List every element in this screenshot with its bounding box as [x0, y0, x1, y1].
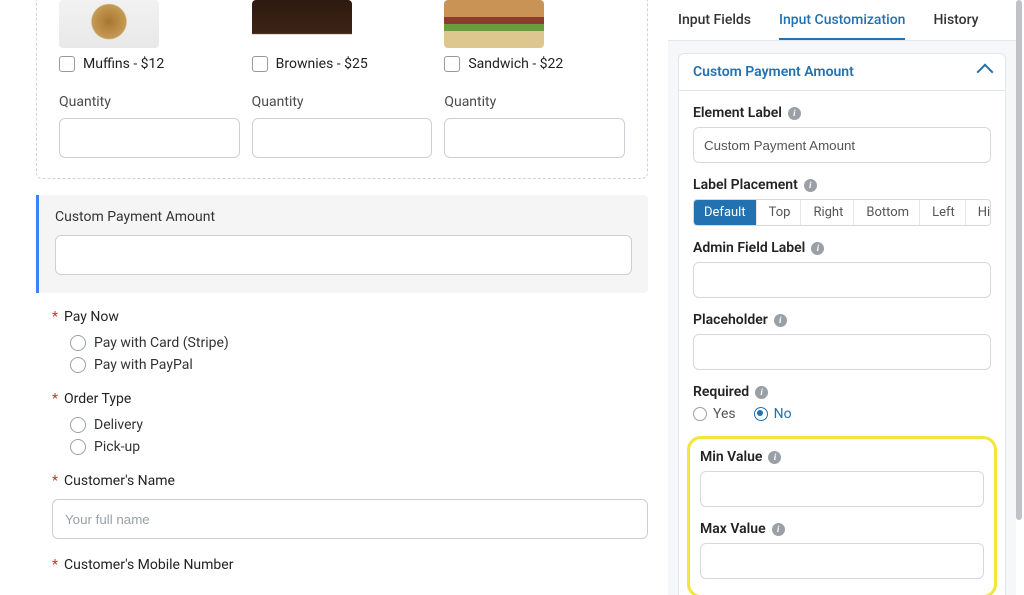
- products-container: Muffins - $12 Quantity Brownies - $25 Qu…: [36, 0, 648, 179]
- seg-right[interactable]: Right: [803, 200, 854, 225]
- quantity-input[interactable]: [444, 118, 625, 158]
- seg-top[interactable]: Top: [759, 200, 802, 225]
- accordion-custom-payment[interactable]: Custom Payment Amount: [678, 53, 1006, 91]
- tabs-row: Input Fields Input Customization History: [668, 0, 1016, 41]
- product-image-brownies: [252, 0, 352, 48]
- product-checkbox[interactable]: [252, 56, 268, 72]
- max-value-input[interactable]: [700, 543, 984, 579]
- custom-payment-field-selected[interactable]: Custom Payment Amount: [36, 195, 648, 293]
- product-checkbox[interactable]: [444, 56, 460, 72]
- element-label-input[interactable]: [693, 127, 991, 163]
- scrollbar[interactable]: [1016, 0, 1022, 520]
- product-card: Sandwich - $22 Quantity: [438, 0, 631, 158]
- required-star: *: [52, 309, 58, 325]
- pay-now-section: * Pay Now Pay with Card (Stripe) Pay with…: [36, 309, 648, 373]
- settings-panel: Input Fields Input Customization History…: [668, 0, 1016, 595]
- order-type-label: Order Type: [64, 391, 131, 407]
- product-card: Brownies - $25 Quantity: [246, 0, 439, 158]
- customer-name-section: * Customer's Name: [36, 473, 648, 539]
- product-checkbox[interactable]: [59, 56, 75, 72]
- order-type-section: * Order Type Delivery Pick-up: [36, 391, 648, 455]
- placeholder-heading: Placeholder: [693, 312, 768, 328]
- radio-label: Delivery: [94, 417, 143, 433]
- label-placement-segmented: Default Top Right Bottom Left Hide Label: [693, 199, 991, 226]
- product-card: Muffins - $12 Quantity: [53, 0, 246, 158]
- element-label-heading: Element Label: [693, 105, 782, 121]
- placeholder-input[interactable]: [693, 334, 991, 370]
- required-star: *: [52, 391, 58, 407]
- required-no[interactable]: No: [754, 406, 792, 422]
- required-yes[interactable]: Yes: [693, 406, 736, 422]
- tab-history[interactable]: History: [933, 12, 978, 40]
- seg-hide-label[interactable]: Hide Label: [968, 200, 991, 225]
- quantity-input[interactable]: [59, 118, 240, 158]
- info-icon[interactable]: i: [788, 107, 801, 120]
- radio-delivery[interactable]: [70, 417, 86, 433]
- max-value-heading: Max Value: [700, 521, 766, 537]
- info-icon[interactable]: i: [811, 242, 824, 255]
- info-icon[interactable]: i: [768, 451, 781, 464]
- info-icon[interactable]: i: [755, 386, 768, 399]
- product-image-sandwich: [444, 0, 544, 48]
- product-label: Sandwich - $22: [468, 56, 563, 72]
- minmax-highlight: Min Value i Max Value i: [687, 436, 997, 595]
- required-star: *: [52, 473, 58, 489]
- customer-name-label: Customer's Name: [64, 473, 175, 489]
- tab-input-customization[interactable]: Input Customization: [779, 12, 905, 40]
- info-icon[interactable]: i: [772, 523, 785, 536]
- tab-input-fields[interactable]: Input Fields: [678, 12, 751, 40]
- info-icon[interactable]: i: [804, 179, 817, 192]
- radio-paypal[interactable]: [70, 357, 86, 373]
- custom-payment-input[interactable]: [55, 235, 632, 275]
- pay-now-label: Pay Now: [64, 309, 119, 325]
- seg-default[interactable]: Default: [694, 200, 757, 225]
- customer-name-input[interactable]: [52, 499, 648, 539]
- required-heading: Required: [693, 384, 749, 400]
- chevron-up-icon: [977, 64, 994, 81]
- seg-left[interactable]: Left: [922, 200, 966, 225]
- required-star: *: [52, 557, 58, 573]
- admin-field-label-heading: Admin Field Label: [693, 240, 805, 256]
- custom-payment-title: Custom Payment Amount: [55, 209, 632, 225]
- seg-bottom[interactable]: Bottom: [856, 200, 920, 225]
- radio-stripe[interactable]: [70, 335, 86, 351]
- label-placement-heading: Label Placement: [693, 177, 798, 193]
- admin-field-label-input[interactable]: [693, 262, 991, 298]
- radio-pickup[interactable]: [70, 439, 86, 455]
- product-image-muffins: [59, 0, 159, 48]
- product-label: Brownies - $25: [276, 56, 368, 72]
- quantity-label: Quantity: [444, 94, 625, 110]
- customer-mobile-label: Customer's Mobile Number: [64, 557, 233, 573]
- radio-label: Pay with PayPal: [94, 357, 193, 373]
- accordion-title: Custom Payment Amount: [693, 64, 854, 80]
- min-value-input[interactable]: [700, 471, 984, 507]
- product-label: Muffins - $12: [83, 56, 164, 72]
- quantity-label: Quantity: [59, 94, 240, 110]
- customer-mobile-section: * Customer's Mobile Number: [36, 557, 648, 573]
- info-icon[interactable]: i: [774, 314, 787, 327]
- quantity-input[interactable]: [252, 118, 433, 158]
- min-value-heading: Min Value: [700, 449, 762, 465]
- radio-label: Pick-up: [94, 439, 140, 455]
- radio-label: Pay with Card (Stripe): [94, 335, 229, 351]
- quantity-label: Quantity: [252, 94, 433, 110]
